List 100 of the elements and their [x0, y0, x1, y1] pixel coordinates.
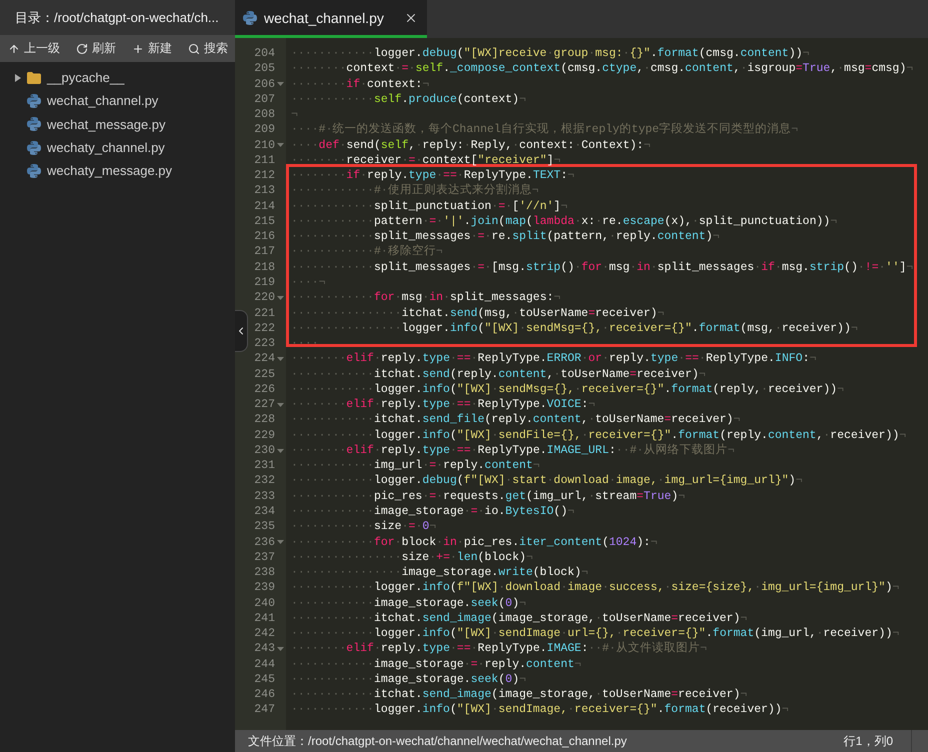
fold-arrow-icon[interactable]	[277, 356, 284, 361]
code-line: ········elif·reply.type·==·ReplyType.IMAGE:··#·从文件读取图片¬	[291, 641, 707, 657]
line-number: 218	[254, 260, 275, 275]
line-number: 239	[254, 580, 275, 596]
line-number: 226	[254, 382, 275, 398]
line-number: 209	[254, 122, 275, 138]
code-line: ············logger.info("[WX]·sendFile={},·receiver={}".format(reply.content,·receiver))¬	[291, 428, 906, 443]
code-line: ····def·send(self,·reply:·Reply,·context:·Context):¬	[291, 138, 650, 153]
file-name[interactable]: wechaty_message.py	[47, 163, 172, 178]
code-line: ············logger.info("[WX]·sendImage·url={},·receiver={}".format(img_url,·receiver))¬	[291, 626, 900, 642]
line-number: 241	[254, 610, 275, 626]
line-number: 211	[254, 152, 275, 168]
code-line: ············image_storage.seek(0)¬	[291, 672, 526, 688]
code-line: ········if·context:¬	[291, 76, 430, 92]
code-line: ········elif·reply.type·==·ReplyType.VOICE:¬	[291, 397, 596, 412]
line-number: 217	[254, 244, 275, 260]
code-line: ············size·=·0¬	[291, 519, 436, 534]
line-number: 225	[254, 366, 275, 382]
file-name[interactable]: wechat_channel.py	[47, 93, 158, 108]
code-line: ············image_storage·=·io.BytesIO()¬	[291, 504, 574, 520]
line-number: 220	[254, 290, 275, 306]
line-number: 233	[254, 488, 275, 504]
code-line: ············img_url·=·reply.content¬	[291, 458, 540, 474]
code-line: ········receiver·=·context["receiver"]¬	[291, 152, 561, 168]
line-number: 231	[254, 458, 275, 474]
file-name[interactable]: wechat_message.py	[47, 116, 166, 132]
fold-arrow-icon[interactable]	[277, 143, 284, 148]
line-number: 204	[254, 46, 275, 62]
fold-arrow-icon[interactable]	[277, 448, 284, 453]
line-number: 245	[254, 672, 275, 688]
line-number: 227	[254, 397, 275, 412]
fold-arrow-icon[interactable]	[277, 82, 284, 86]
code-line: ········elif·reply.type·==·ReplyType.ERROR·or·reply.type·==·ReplyType.INFO:¬	[291, 351, 816, 367]
line-number: 235	[254, 519, 275, 535]
code-line: ············pattern·=·'|'.join(map(lambda·x:·re.escape(x),·split_punctuation))¬	[291, 214, 838, 230]
file-tab[interactable]: wechat_channel.py	[235, 0, 427, 38]
python-file-icon	[27, 117, 41, 132]
line-number: 232	[254, 473, 275, 489]
code-line: ················size·+=·len(block)¬	[291, 550, 533, 566]
code-line: ····	[291, 336, 319, 352]
line-number: 242	[254, 626, 275, 642]
line-number: 243	[254, 641, 275, 657]
collapse-sidebar-button[interactable]	[235, 310, 248, 352]
line-number: 212	[254, 168, 275, 184]
toolbar-button[interactable]: 新建	[129, 38, 175, 59]
plus-icon	[132, 42, 144, 54]
code-line: ············logger.info(f"[WX]·download·image·success,·size={size},·img_url={img_url}")¬	[291, 580, 900, 596]
code-line: ············logger.debug(f"[WX]·start·download·image,·img_url={img_url}")¬	[291, 473, 803, 489]
line-number: 238	[254, 565, 275, 580]
file-name[interactable]: __pycache__	[47, 70, 124, 86]
toolbar-button[interactable]: 刷新	[73, 38, 119, 59]
directory-path: 目录：/root/chatgpt-on-wechat/ch...	[15, 8, 219, 26]
code-line: ············for·msg·in·split_messages:¬	[291, 290, 561, 306]
line-number: 237	[254, 550, 275, 566]
code-line: ············logger.info("[WX]·sendMsg={},·receiver={}".format(reply,·receiver))¬	[291, 382, 844, 398]
code-line: ····#·统一的发送函数，每个Channel自行实现，根据reply的type字段发送不同类型的消息¬	[291, 122, 798, 138]
code-line: ············#·移除空行¬	[291, 244, 443, 260]
line-number: 213	[254, 183, 275, 199]
python-file-icon	[27, 164, 41, 178]
file-name[interactable]: wechaty_channel.py	[47, 140, 165, 156]
code-line: ············split_punctuation·=·['//n']¬	[291, 198, 568, 214]
line-number: 234	[254, 504, 275, 520]
line-number: 229	[254, 428, 275, 443]
folder-icon	[27, 72, 41, 84]
line-number: 246	[254, 687, 275, 702]
code-line: ············image_storage·=·reply.content¬	[291, 656, 582, 672]
code-line: ············#·使用正则表达式来分割消息¬	[291, 183, 539, 199]
fold-arrow-icon[interactable]	[277, 646, 284, 651]
line-number: 240	[254, 596, 275, 611]
line-number: 222	[254, 320, 275, 336]
cursor-position-text: 行1，列0	[844, 732, 893, 750]
code-line: ················image_storage.write(block)¬	[291, 565, 588, 580]
fold-arrow-icon[interactable]	[277, 402, 284, 407]
code-line: ············logger.debug("[WX]receive·group·msg:·{}".format(cmsg.content))¬	[291, 46, 810, 62]
line-number: 210	[254, 138, 275, 153]
line-number: 214	[254, 198, 275, 214]
code-line: ············split_messages·=·[msg.strip()·for·msg·in·split_messages·if·msg.strip()·!=·'']¬	[291, 260, 914, 275]
code-line: ············pic_res·=·requests.get(img_url,·stream=True)¬	[291, 488, 686, 504]
code-line: ············image_storage.seek(0)¬	[291, 596, 526, 611]
line-number: 244	[254, 656, 275, 672]
line-number: 221	[254, 306, 275, 321]
line-number: 223	[254, 336, 275, 352]
fold-arrow-icon[interactable]	[277, 296, 284, 300]
code-line: ········context·=·self._compose_context(cmsg.ctype,·cmsg.content,·isgroup=True,·msg=cmsg)¬	[291, 61, 914, 77]
toolbar-button[interactable]: 搜索	[185, 38, 231, 59]
line-number: 205	[254, 61, 275, 77]
code-line: ········if·reply.type·==·ReplyType.TEXT:¬	[291, 168, 574, 184]
line-number: 236	[254, 534, 275, 550]
code-line: ············self.produce(context)¬	[291, 92, 526, 108]
line-number: 247	[254, 702, 275, 718]
code-line: ············itchat.send(reply.content,·toUserName=receiver)¬	[291, 366, 706, 382]
file-path-text: 文件位置：/root/chatgpt-on-wechat/channel/wechat/wechat_channel.py	[248, 732, 628, 750]
code-line: ················logger.info("[WX]·sendMsg={},·receiver={}".format(msg,·receiver))¬	[291, 320, 858, 336]
code-line: ········elif·reply.type·==·ReplyType.IMAGE_URL:··#·从网络下载图片¬	[291, 442, 734, 458]
code-line: ¬	[291, 107, 298, 122]
fold-arrow-icon[interactable]	[277, 540, 284, 544]
toolbar-button[interactable]: 上一级	[5, 38, 63, 59]
caret-right-icon[interactable]	[15, 74, 21, 82]
code-line: ············for·block·in·pic_res.iter_content(1024):¬	[291, 534, 658, 550]
code-line: ············itchat.send_image(image_storage,·toUserName=receiver)¬	[291, 687, 748, 702]
